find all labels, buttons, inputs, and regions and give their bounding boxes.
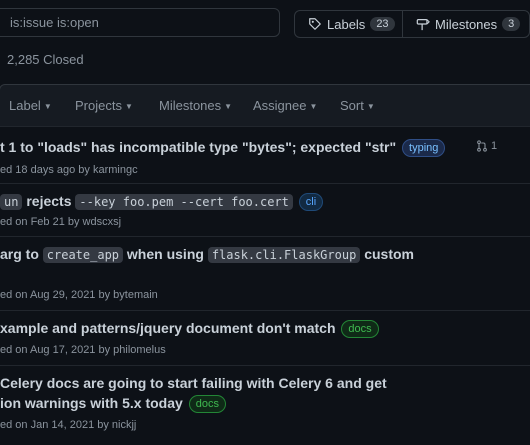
issue-title[interactable]: Celery docs are going to start failing w… (0, 375, 387, 391)
issue-label-badge[interactable]: docs (188, 395, 226, 413)
milestone-icon (416, 19, 430, 31)
caret-down-icon: ▼ (309, 102, 318, 111)
search-input[interactable]: is:issue is:open (0, 8, 280, 37)
milestones-filter-dropdown[interactable]: Milestones ▼ (159, 98, 232, 113)
labels-button[interactable]: Labels 23 (295, 11, 402, 37)
label-filter-dropdown[interactable]: Label ▼ (9, 98, 52, 113)
issue-title-text: t 1 to "loads" has incompatible type "by… (0, 139, 397, 155)
closed-issues-link[interactable]: 2,285 Closed (7, 52, 84, 67)
sort-label: Sort (340, 98, 364, 113)
linked-pr-count: 1 (491, 140, 498, 152)
caret-down-icon: ▼ (366, 102, 375, 111)
issue-meta: ed on Jan 14, 2021 by nickjj (0, 419, 137, 431)
issues-filter-bar: Label ▼ Projects ▼ Milestones ▼ Assignee ▼ S… (0, 84, 530, 126)
issue-row[interactable]: Celery docs are going to start failing w… (0, 365, 530, 445)
issue-title[interactable]: t 1 to "loads" has incompatible type "by… (0, 139, 446, 157)
issue-title-code: flask.cli.FlaskGroup (207, 247, 361, 263)
pull-request-icon (477, 140, 487, 152)
projects-filter-label: Projects (75, 98, 122, 113)
issue-title-text: Celery docs are going to start failing w… (0, 375, 387, 391)
issue-title[interactable]: xample and patterns/jquery document don'… (0, 320, 379, 338)
assignee-filter-label: Assignee (253, 98, 307, 113)
issue-meta: ed on Aug 29, 2021 by bytemain (0, 289, 158, 301)
assignee-filter-dropdown[interactable]: Assignee ▼ (253, 98, 317, 113)
milestones-filter-label: Milestones (159, 98, 222, 113)
issue-title-text: xample and patterns/jquery document don'… (0, 320, 336, 336)
milestones-button[interactable]: Milestones 3 (402, 11, 529, 37)
label-filter-label: Label (9, 98, 41, 113)
issue-title-line-2[interactable]: ion warnings with 5.x today docs (0, 395, 226, 413)
issue-meta: ed 18 days ago by karmingc (0, 164, 138, 176)
issue-title-code: un (0, 194, 23, 210)
labels-milestones-group: Labels 23 Milestones 3 (294, 10, 530, 38)
issue-title-text: when using (126, 246, 204, 262)
sort-dropdown[interactable]: Sort ▼ (340, 98, 375, 113)
issue-title-code: --key foo.pem --cert foo.cert (75, 194, 293, 210)
caret-down-icon: ▼ (224, 102, 233, 111)
search-input-value: is:issue is:open (10, 15, 99, 30)
issue-row[interactable]: arg to create_app when using flask.cli.F… (0, 236, 530, 310)
projects-filter-dropdown[interactable]: Projects ▼ (75, 98, 133, 113)
issue-title-code: create_app (42, 247, 124, 263)
caret-down-icon: ▼ (43, 102, 52, 111)
issue-title-text: rejects (26, 193, 72, 209)
linked-pr-indicator[interactable]: 1 (476, 140, 497, 152)
issue-title-text: arg to (0, 246, 39, 262)
issue-meta: ed on Aug 17, 2021 by philomelus (0, 344, 166, 356)
issue-label-badge[interactable]: typing (402, 139, 446, 157)
issue-title-text: custom (364, 246, 414, 262)
issue-title[interactable]: arg to create_app when using flask.cli.F… (0, 246, 414, 263)
issue-list: t 1 to "loads" has incompatible type "by… (0, 126, 530, 445)
labels-count-badge: 23 (370, 17, 395, 31)
milestones-count-badge: 3 (502, 17, 521, 31)
issue-title-text: ion warnings with 5.x today (0, 395, 183, 411)
issue-label-badge[interactable]: docs (341, 320, 379, 338)
issue-row[interactable]: t 1 to "loads" has incompatible type "by… (0, 126, 530, 183)
milestones-button-label: Milestones (435, 16, 498, 32)
issue-title[interactable]: un rejects --key foo.pem --cert foo.cert… (0, 193, 324, 211)
issue-meta: ed on Feb 21 by wdscxsj (0, 216, 122, 228)
issue-row[interactable]: un rejects --key foo.pem --cert foo.cert… (0, 183, 530, 236)
labels-button-label: Labels (327, 16, 366, 32)
issue-label-badge[interactable]: cli (298, 193, 324, 211)
caret-down-icon: ▼ (124, 102, 133, 111)
issue-row[interactable]: xample and patterns/jquery document don'… (0, 310, 530, 365)
tag-icon (309, 18, 321, 30)
closed-issues-label: 2,285 Closed (7, 52, 84, 67)
